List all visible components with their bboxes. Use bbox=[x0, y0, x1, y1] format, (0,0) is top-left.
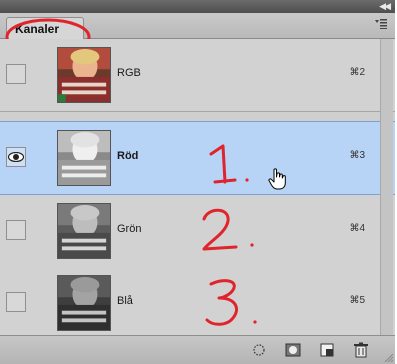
new-channel-icon[interactable] bbox=[318, 342, 336, 358]
bottom-toolbar bbox=[0, 335, 395, 364]
channel-shortcut: ⌘3 bbox=[349, 150, 365, 161]
channel-thumbnail-blue bbox=[57, 275, 111, 331]
channels-panel: ◀◀ Kanaler RGB ⌘2 Röd ⌘3 Grön ⌘4 Blå ⌘5 bbox=[0, 0, 395, 364]
tab-channels-label: Kanaler bbox=[15, 22, 60, 36]
panel-titlebar: ◀◀ bbox=[0, 0, 395, 13]
visibility-toggle[interactable] bbox=[6, 147, 26, 167]
hand-cursor-icon bbox=[268, 168, 286, 190]
panel-menu-icon[interactable] bbox=[375, 19, 387, 29]
channel-label: Grön bbox=[117, 223, 142, 235]
tab-row: Kanaler bbox=[0, 13, 395, 40]
load-selection-icon[interactable] bbox=[250, 342, 268, 358]
visibility-toggle[interactable] bbox=[6, 292, 26, 312]
channel-label: RGB bbox=[117, 67, 141, 79]
resize-grip-icon[interactable] bbox=[383, 352, 393, 362]
visibility-toggle[interactable] bbox=[6, 64, 26, 84]
channel-label: Blå bbox=[117, 295, 133, 307]
save-selection-icon[interactable] bbox=[284, 342, 302, 358]
channel-row-red[interactable]: Röd ⌘3 bbox=[0, 121, 395, 195]
eye-icon bbox=[8, 152, 24, 162]
visibility-toggle[interactable] bbox=[6, 220, 26, 240]
channel-row-green[interactable]: Grön ⌘4 bbox=[0, 195, 395, 268]
trash-icon[interactable] bbox=[352, 342, 370, 358]
channel-thumbnail-green bbox=[57, 203, 111, 259]
collapse-icon[interactable]: ◀◀ bbox=[379, 1, 391, 12]
channel-row-blue[interactable]: Blå ⌘5 bbox=[0, 267, 395, 336]
channel-label: Röd bbox=[117, 150, 139, 162]
channel-shortcut: ⌘5 bbox=[349, 295, 365, 306]
channel-shortcut: ⌘2 bbox=[349, 67, 365, 78]
channel-shortcut: ⌘4 bbox=[349, 223, 365, 234]
channel-thumbnail-red bbox=[57, 130, 111, 186]
scrollbar[interactable] bbox=[380, 39, 393, 335]
channel-thumbnail-rgb bbox=[57, 47, 111, 103]
channel-row-rgb[interactable]: RGB ⌘2 bbox=[0, 39, 395, 112]
tab-channels[interactable]: Kanaler bbox=[6, 17, 84, 40]
